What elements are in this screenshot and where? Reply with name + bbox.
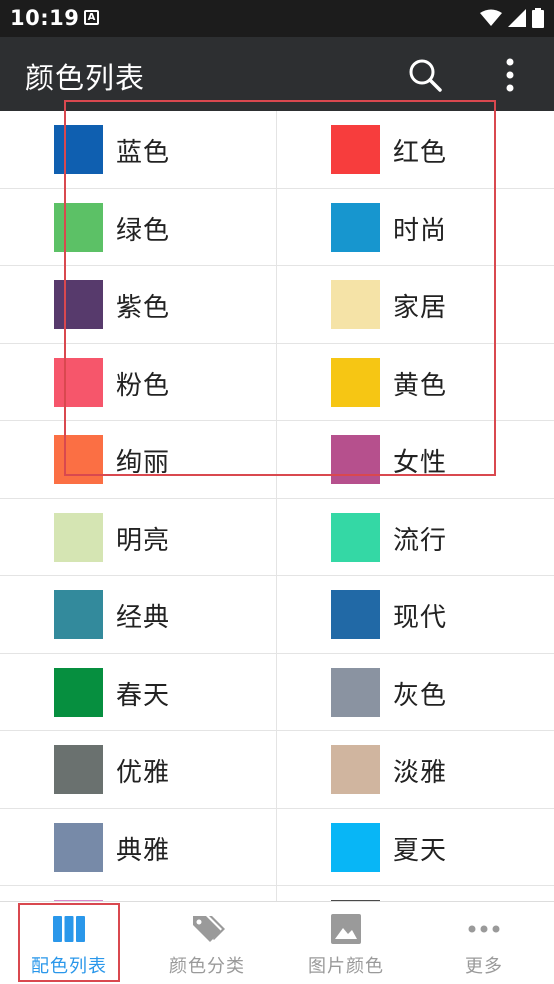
color-item-label: 经典 [116,603,171,633]
table-row: 春天 灰色 [0,653,554,731]
color-item-label: 淡雅 [393,758,448,788]
color-swatch [331,357,380,407]
nav-item-image-color[interactable]: 图片颜色 [277,902,415,984]
status-bar: 10:19 A [0,0,554,37]
color-item-label: 现代 [393,603,448,633]
table-row: 典雅 夏天 [0,808,554,886]
app-bar: 颜色列表 [0,37,554,111]
more-dots-icon [468,925,500,933]
page-title: 颜色列表 [25,61,146,95]
color-item[interactable]: 经典 [0,576,277,653]
table-row: 紫色 家居 [0,266,554,344]
color-swatch [331,202,380,252]
color-item[interactable]: 女性 [277,421,554,498]
wifi-icon [480,9,502,26]
color-swatch [54,202,103,252]
color-item-label: 夏天 [393,835,448,866]
color-item[interactable]: 黄色 [277,344,554,421]
color-item-label: 明亮 [116,525,171,556]
nav-item-label: 图片颜色 [308,956,384,977]
color-swatch [331,590,380,639]
color-item-label: 粉色 [116,370,171,401]
color-item-label: 紫色 [116,293,171,323]
color-swatch [54,745,103,794]
nav-item-more[interactable]: 更多 [415,902,553,984]
color-swatch [331,745,380,794]
color-item[interactable] [277,886,554,901]
color-swatch [331,280,380,329]
color-swatch [331,512,380,562]
color-item-label: 春天 [116,680,171,711]
color-swatch [54,822,103,872]
color-swatch [54,125,103,174]
color-item-label: 黄色 [393,370,448,401]
table-row [0,886,554,901]
color-item[interactable]: 淡雅 [277,731,554,808]
overflow-menu-icon[interactable] [496,56,524,94]
color-item[interactable]: 蓝色 [0,111,277,188]
color-item[interactable]: 红色 [277,111,554,188]
table-row: 明亮 流行 [0,498,554,576]
color-swatch [54,435,103,484]
tags-icon [193,916,225,942]
nav-item-color-category[interactable]: 颜色分类 [138,902,276,984]
color-item[interactable]: 粉色 [0,343,277,421]
color-item[interactable]: 春天 [0,653,277,731]
color-item-label: 灰色 [393,680,448,711]
table-row: 优雅 淡雅 [0,731,554,809]
color-item-label: 红色 [393,138,448,168]
nav-item-label: 颜色分类 [169,956,245,977]
color-item-label: 蓝色 [116,138,171,168]
bottom-nav: 配色列表 颜色分类 图片颜色 更多 [0,901,554,984]
color-item-label: 绚丽 [116,448,171,478]
color-item-label: 时尚 [393,215,448,246]
color-item[interactable]: 典雅 [0,808,277,886]
color-item[interactable]: 优雅 [0,731,277,808]
nav-item-color-list[interactable]: 配色列表 [0,902,138,984]
color-item[interactable]: 时尚 [277,189,554,266]
status-icons [480,8,544,28]
table-row: 蓝色 红色 [0,111,554,189]
color-item-label: 绿色 [116,215,171,246]
nav-item-label: 配色列表 [31,956,107,977]
color-swatch [331,822,380,872]
color-item-label: 典雅 [116,835,171,866]
color-item[interactable]: 明亮 [0,498,277,576]
color-swatch [54,512,103,562]
color-item[interactable]: 灰色 [277,654,554,731]
color-swatch [54,357,103,407]
search-icon[interactable] [407,57,443,93]
color-swatch [54,280,103,329]
color-swatch [54,590,103,639]
color-item[interactable]: 家居 [277,266,554,343]
color-item-label: 家居 [393,293,448,323]
color-swatch [331,125,380,174]
status-time: 10:19 [10,6,80,30]
table-row: 绚丽 女性 [0,421,554,499]
color-item[interactable]: 现代 [277,576,554,653]
image-icon [331,914,361,944]
color-item[interactable]: 紫色 [0,266,277,343]
color-item-label: 女性 [393,448,448,478]
color-swatch [331,667,380,717]
color-item[interactable] [0,886,277,901]
color-item[interactable]: 绿色 [0,188,277,266]
notification-icon: A [84,10,99,25]
battery-icon [532,8,544,28]
nav-item-label: 更多 [465,956,503,977]
color-swatch [54,667,103,717]
table-row: 绿色 时尚 [0,188,554,266]
color-swatch [331,435,380,484]
color-list[interactable]: 蓝色 红色 绿色 时尚 紫色 家居 粉色 黄色 绚丽 女性 明亮 流行 经典 现… [0,111,554,901]
columns-icon [53,916,85,942]
color-item-label: 流行 [393,525,448,556]
color-item[interactable]: 绚丽 [0,421,277,498]
table-row: 经典 现代 [0,576,554,654]
signal-icon [508,9,526,27]
table-row: 粉色 黄色 [0,343,554,421]
color-item[interactable]: 夏天 [277,809,554,886]
color-item-label: 优雅 [116,758,171,788]
color-item[interactable]: 流行 [277,499,554,576]
